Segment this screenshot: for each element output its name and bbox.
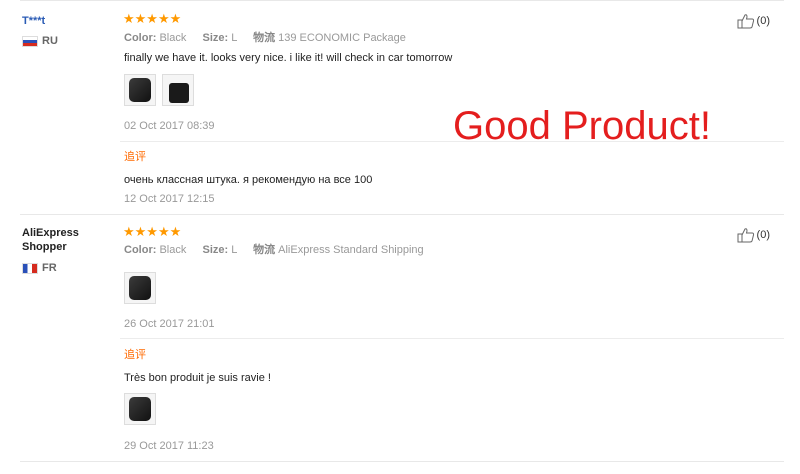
- color-label: Color:: [124, 32, 157, 44]
- review-date: 02 Oct 2017 08:39: [124, 120, 215, 132]
- color-label: Color:: [124, 244, 157, 256]
- size-value: L: [231, 32, 237, 44]
- helpful-count: (0): [756, 229, 770, 241]
- helpful-button[interactable]: (0): [737, 227, 770, 243]
- review-top-divider: [20, 0, 784, 1]
- france-flag-icon: [22, 262, 38, 274]
- review-date: 26 Oct 2017 21:01: [124, 318, 215, 330]
- order-attributes: Color: Black Size: L 物流 139 ECONOMIC Pac…: [124, 31, 406, 45]
- reviewer-name[interactable]: T***t: [22, 14, 45, 28]
- size-value: L: [231, 244, 237, 256]
- order-attributes: Color: Black Size: L 物流 AliExpress Stand…: [124, 243, 424, 257]
- shipping-value: 139 ECONOMIC Package: [278, 32, 406, 44]
- review-photo-thumbnail[interactable]: [124, 272, 156, 304]
- reviewer-name[interactable]: AliExpress Shopper: [22, 226, 92, 254]
- review-text: finally we have it. looks very nice. i l…: [124, 52, 453, 64]
- rating-stars: ★★★★★: [123, 224, 182, 239]
- color-value: Black: [159, 244, 187, 256]
- followup-text: Très bon produit je suis ravie !: [124, 372, 271, 384]
- shipping-value: AliExpress Standard Shipping: [278, 244, 424, 256]
- review-photo-thumbnail[interactable]: [124, 393, 156, 425]
- thumbs-up-icon: [737, 228, 754, 243]
- reviewer-country: FR: [22, 262, 57, 274]
- helpful-count: (0): [756, 15, 770, 27]
- review-divider: [20, 214, 784, 215]
- country-code: FR: [42, 262, 57, 274]
- followup-divider: [120, 338, 784, 339]
- review-photo-thumbnail[interactable]: [124, 74, 156, 106]
- size-label: Size:: [202, 32, 229, 44]
- shipping-label: 物流: [253, 244, 276, 256]
- review-divider: [20, 461, 784, 462]
- followup-text: очень классная штука. я рекомендую на вс…: [124, 174, 373, 186]
- russia-flag-icon: [22, 35, 38, 47]
- reviewer-country: RU: [22, 35, 58, 47]
- helpful-button[interactable]: (0): [737, 13, 770, 29]
- followup-date: 12 Oct 2017 12:15: [124, 193, 215, 205]
- shipping-label: 物流: [253, 32, 276, 44]
- overlay-banner-text: Good Product!: [453, 104, 711, 148]
- followup-label: 追评: [124, 151, 146, 163]
- review-photo-thumbnail[interactable]: [162, 74, 194, 106]
- followup-date: 29 Oct 2017 11:23: [124, 440, 214, 452]
- thumbs-up-icon: [737, 14, 754, 29]
- followup-label: 追评: [124, 349, 146, 361]
- rating-stars: ★★★★★: [123, 11, 182, 26]
- color-value: Black: [159, 32, 187, 44]
- country-code: RU: [42, 35, 58, 47]
- size-label: Size:: [202, 244, 229, 256]
